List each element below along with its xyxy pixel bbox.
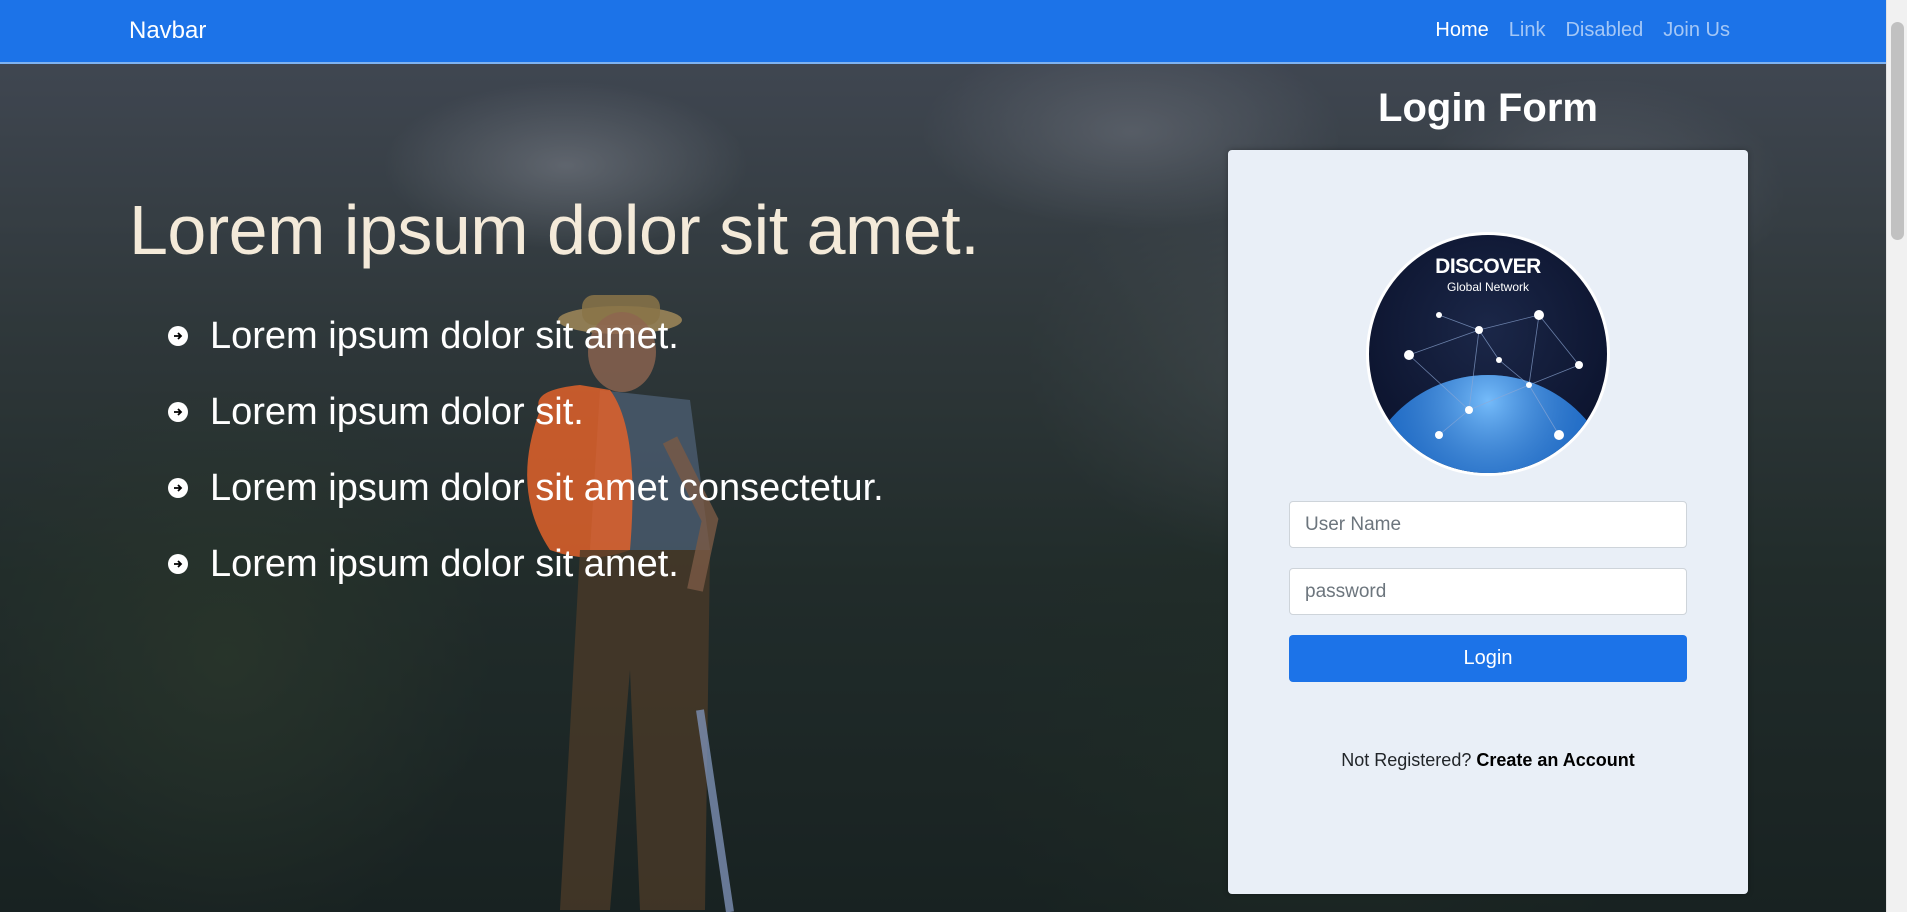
navbar: Navbar Home Link Disabled Join Us: [0, 0, 1886, 64]
list-item: Lorem ipsum dolor sit.: [168, 374, 884, 450]
register-row: Not Registered? Create an Account: [1228, 750, 1748, 771]
list-item: Lorem ipsum dolor sit amet consectetur.: [168, 450, 884, 526]
nav-links: Home Link Disabled Join Us: [1435, 19, 1730, 42]
logo-tagline: Global Network: [1446, 280, 1530, 294]
arrow-right-circle-icon: [168, 326, 188, 346]
hero-feature-list: Lorem ipsum dolor sit amet. Lorem ipsum …: [168, 298, 884, 602]
create-account-link[interactable]: Create an Account: [1476, 750, 1634, 770]
list-item-text: Lorem ipsum dolor sit amet.: [210, 314, 679, 357]
nav-link-home[interactable]: Home: [1435, 19, 1488, 42]
discover-logo: DISCOVER Global Network: [1366, 232, 1610, 476]
scrollbar-thumb[interactable]: [1891, 22, 1904, 240]
arrow-right-circle-icon: [168, 402, 188, 422]
nav-link-link[interactable]: Link: [1509, 19, 1546, 42]
page-scrollbar[interactable]: [1886, 0, 1907, 912]
hero-title-rest: ipsum dolor sit amet.: [324, 191, 980, 269]
hero-title: Lorem ipsum dolor sit amet.: [129, 190, 980, 270]
logo-wordmark: DISCOVER: [1435, 255, 1541, 278]
register-prompt: Not Registered?: [1341, 750, 1477, 770]
list-item-text: Lorem ipsum dolor sit amet.: [210, 542, 679, 585]
username-input[interactable]: [1289, 501, 1687, 548]
login-button[interactable]: Login: [1289, 635, 1687, 682]
list-item-text: Lorem ipsum dolor sit.: [210, 390, 584, 433]
list-item: Lorem ipsum dolor sit amet.: [168, 526, 884, 602]
login-card: DISCOVER Global Network Login Not Regist…: [1228, 150, 1748, 894]
list-item-text: Lorem ipsum dolor sit amet consectetur.: [210, 466, 884, 509]
globe-network-image: DISCOVER Global Network: [1369, 235, 1607, 473]
password-input[interactable]: [1289, 568, 1687, 615]
arrow-right-circle-icon: [168, 554, 188, 574]
hero-title-bold: Lorem: [129, 191, 325, 269]
list-item: Lorem ipsum dolor sit amet.: [168, 298, 884, 374]
arrow-right-circle-icon: [168, 478, 188, 498]
login-form-heading: Login Form: [1378, 86, 1598, 130]
nav-link-disabled: Disabled: [1565, 19, 1644, 41]
navbar-brand[interactable]: Navbar: [129, 17, 206, 45]
nav-link-join-us[interactable]: Join Us: [1663, 19, 1730, 42]
